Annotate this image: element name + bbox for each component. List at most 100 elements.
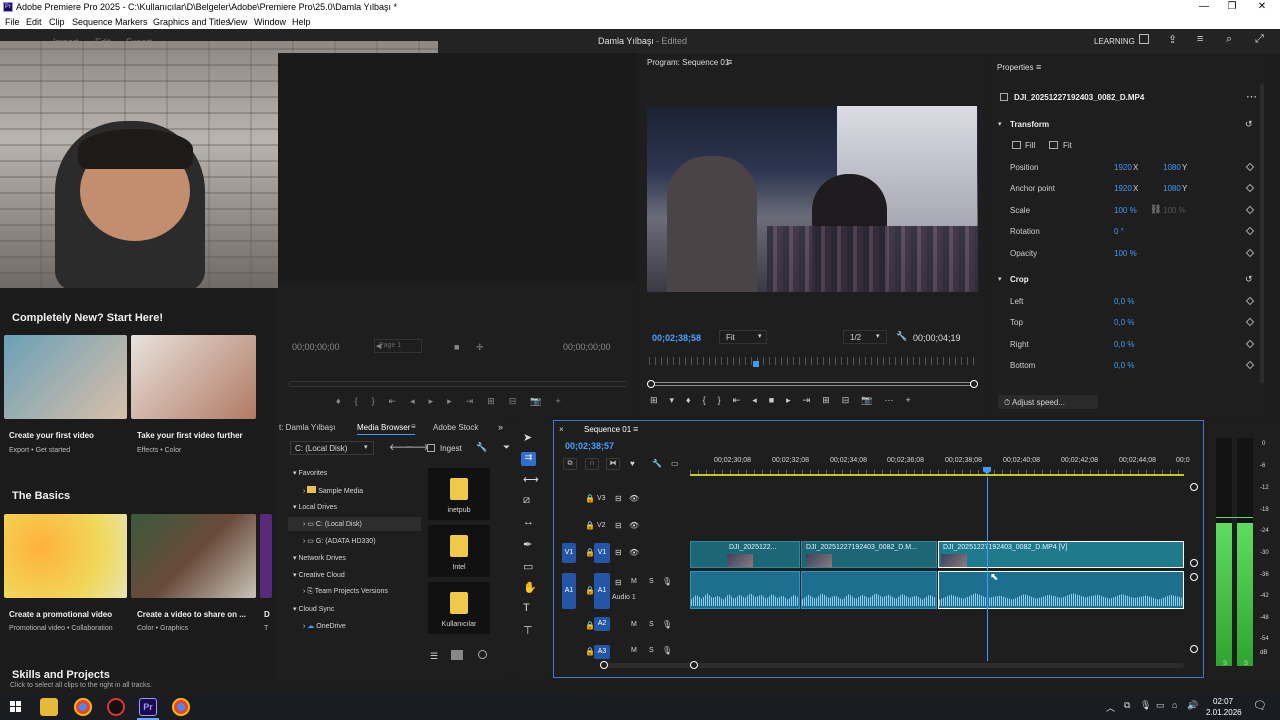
more-options-icon[interactable]: ⋯ (1246, 90, 1257, 103)
track-label-v1[interactable]: V1 (594, 543, 610, 563)
filter-icon[interactable]: ⏷ (503, 442, 510, 453)
timeline-menu-icon[interactable]: ≡ (633, 424, 638, 434)
program-menu-icon[interactable]: ≡ (727, 57, 732, 67)
card-thumbnail[interactable] (260, 514, 272, 598)
minimize-icon[interactable]: — (1197, 1, 1211, 13)
tree-item-local-drives[interactable]: ▾ Local Drives (293, 503, 337, 511)
video-clip-selected[interactable]: DJI_20251227192403_0082_D.MP4 [V] (938, 541, 1184, 568)
properties-scrollbar[interactable] (1260, 83, 1264, 383)
menu-clip[interactable]: Clip (49, 17, 65, 27)
magnet-icon[interactable]: ∩ (585, 458, 599, 470)
microphone-icon[interactable]: 🎙 (662, 620, 672, 629)
microphone-tray-icon[interactable]: 🎙 (1140, 700, 1151, 711)
sync-lock-icon[interactable]: ⊟ (615, 578, 622, 587)
zoom-handle-left[interactable] (647, 380, 655, 388)
ingest-checkbox[interactable] (427, 444, 435, 452)
audio-clip[interactable] (690, 571, 800, 609)
rectangle-tool-icon[interactable]: ▭ (523, 560, 533, 573)
tab-project[interactable]: t: Damla Yılbaşı (279, 423, 335, 432)
crop-left-value[interactable]: 0,0 % (1114, 297, 1134, 306)
crop-top-value[interactable]: 0,0 % (1114, 318, 1134, 327)
tree-item-cloud-sync[interactable]: ▾ Cloud Sync (293, 605, 334, 613)
premiere-taskbar-icon[interactable]: Pr (139, 698, 157, 716)
chevron-up-icon[interactable]: ︿ (1106, 701, 1115, 714)
restore-icon[interactable]: ❐ (1225, 1, 1239, 13)
anchor-x-value[interactable]: 1920 (1114, 184, 1132, 193)
vertical-zoom-handle[interactable] (1190, 645, 1198, 653)
scale-value[interactable]: 100 % (1114, 206, 1137, 215)
close-icon[interactable]: ✕ (1255, 1, 1269, 13)
chevron-down-icon[interactable]: ▾ (998, 275, 1002, 283)
mute-button[interactable]: M (631, 647, 637, 654)
menu-window[interactable]: Window (254, 17, 286, 27)
timeline-timecode[interactable]: 00;02;38;57 (565, 441, 614, 451)
playhead-line[interactable] (987, 477, 988, 661)
tab-menu-icon[interactable]: ≡ (411, 422, 416, 431)
file-explorer-icon[interactable] (40, 698, 58, 716)
lock-icon[interactable]: 🔒 (585, 494, 595, 503)
vertical-zoom-handle[interactable] (1190, 573, 1198, 581)
wrench-icon[interactable]: 🔧 (652, 459, 662, 468)
snap-icon[interactable]: ⧉ (563, 458, 577, 470)
track-label-a3[interactable]: A3 (594, 645, 610, 659)
tab-media-browser[interactable]: Media Browser (357, 423, 410, 432)
solo-right-button[interactable]: S (1244, 661, 1248, 667)
source-patch-v1[interactable]: V1 (562, 543, 576, 563)
folder-tile[interactable]: Kullanıcılar (428, 582, 490, 634)
tree-item-g-drive[interactable]: › ▭ G: (ADATA HD330) (303, 537, 376, 545)
list-view-icon[interactable]: ☰ (430, 651, 438, 662)
track-label-a1[interactable]: A1 (594, 573, 610, 609)
wrench-icon[interactable]: 🔧 (896, 331, 907, 342)
card-title[interactable]: D (264, 610, 270, 619)
zoom-handle-right[interactable] (970, 380, 978, 388)
mute-button[interactable]: M (631, 578, 637, 585)
marker-icon[interactable]: ♥ (630, 459, 635, 468)
tree-item-creative-cloud[interactable]: ▾ Creative Cloud (293, 571, 345, 579)
program-transport-controls[interactable]: ⊞▾♦{}⇤◂■▸⇥⊞⊟📷⋯+ (650, 395, 923, 406)
windows-start-icon[interactable] (7, 698, 25, 716)
wrench-icon[interactable]: 🔧 (476, 442, 487, 453)
eye-icon[interactable]: 👁 (629, 548, 639, 557)
chevron-down-icon[interactable]: ▾ (998, 120, 1002, 128)
volume-icon[interactable]: 🔊 (1187, 700, 1198, 711)
timeline-tab[interactable]: Sequence 01 (584, 425, 631, 434)
solo-button[interactable]: S (649, 578, 654, 585)
menu-markers[interactable]: Markers (115, 17, 148, 27)
folder-tile[interactable]: Intel (428, 525, 490, 577)
share-icon[interactable]: ⇪ (1168, 33, 1177, 46)
card-thumbnail[interactable] (4, 335, 127, 419)
icon-view-icon[interactable] (451, 650, 463, 660)
fill-button[interactable]: Fill (1025, 141, 1035, 150)
card-thumbnail[interactable] (131, 514, 256, 598)
workspace-icon[interactable] (1139, 34, 1149, 44)
reset-icon[interactable]: ↺ (1245, 274, 1253, 285)
chrome-profile-icon[interactable] (172, 698, 190, 716)
tab-adobe-stock[interactable]: Adobe Stock (433, 423, 478, 432)
tree-item-team-projects[interactable]: › ⎘ Team Projects Versions (303, 588, 388, 596)
menu-edit[interactable]: Edit (26, 17, 42, 27)
fit-button[interactable]: Fit (1063, 141, 1072, 150)
properties-menu-icon[interactable]: ≡ (1036, 62, 1041, 72)
lock-icon[interactable]: 🔒 (585, 521, 595, 530)
microphone-icon[interactable]: 🎙 (662, 646, 672, 655)
card-title[interactable]: Take your first video further (137, 431, 243, 440)
card-title[interactable]: Create a promotional video (9, 610, 112, 619)
track-label-a2[interactable]: A2 (594, 617, 610, 631)
clock-time[interactable]: 02:07 (1213, 697, 1233, 706)
crop-bottom-value[interactable]: 0,0 % (1114, 361, 1134, 370)
position-x-value[interactable]: 1920 (1114, 163, 1132, 172)
pen-tool-icon[interactable]: ✒ (523, 538, 532, 551)
program-playhead[interactable] (753, 361, 759, 367)
timeline-close-icon[interactable]: × (559, 425, 564, 434)
menu-graphics[interactable]: Graphics and Titles (153, 17, 230, 27)
scroll-handle-left[interactable] (600, 661, 608, 669)
crop-section[interactable]: Crop (1010, 275, 1029, 284)
transform-section[interactable]: Transform (1010, 120, 1049, 129)
card-thumbnail[interactable] (4, 514, 127, 598)
notification-icon[interactable]: 🗨 (1253, 699, 1267, 712)
folder-tile[interactable]: inetpub (428, 468, 490, 520)
razor-tool-icon[interactable]: ⧄ (523, 494, 530, 507)
slip-tool-icon[interactable]: ↔ (523, 516, 534, 528)
page-select[interactable]: Page 1 (374, 339, 422, 353)
selection-tool-icon[interactable]: ➤ (523, 431, 532, 444)
